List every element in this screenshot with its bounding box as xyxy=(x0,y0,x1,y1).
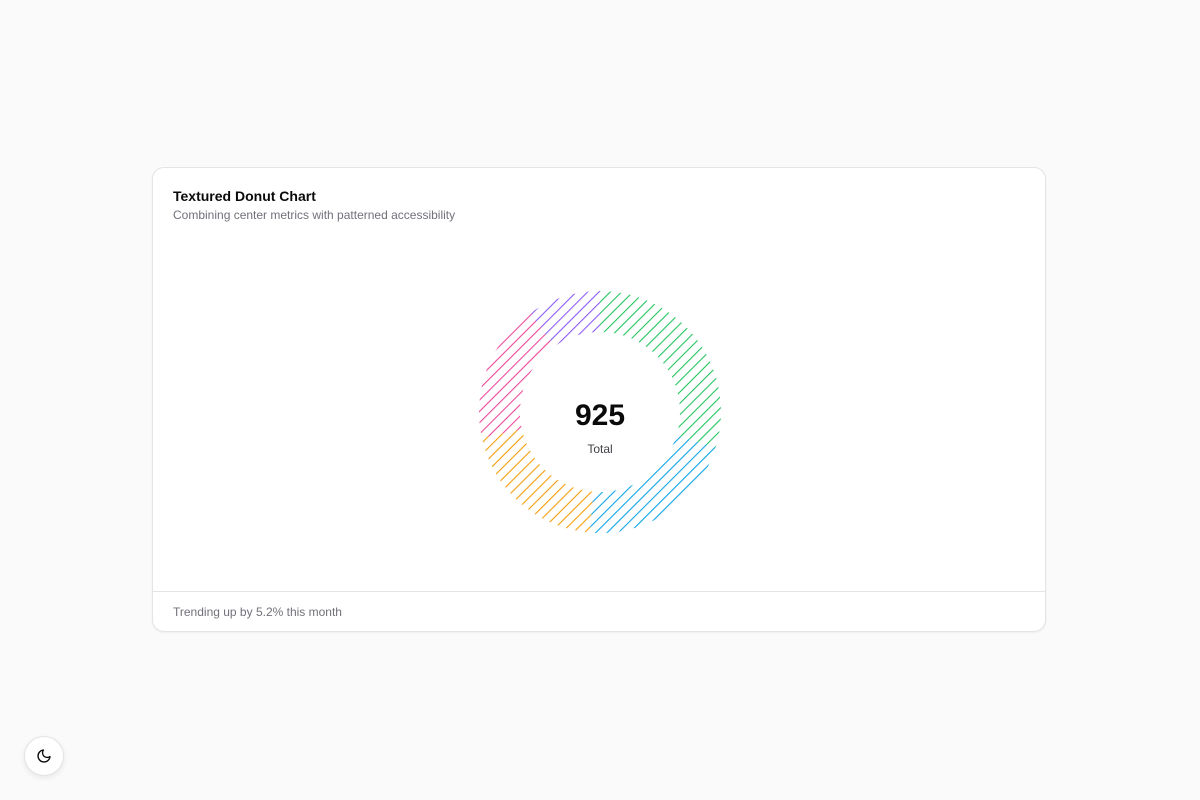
theme-toggle-button[interactable] xyxy=(24,736,64,776)
card-title: Textured Donut Chart xyxy=(173,188,316,204)
card-header: Textured Donut Chart Combining center me… xyxy=(173,187,455,223)
trend-text: Trending up by 5.2% this month xyxy=(173,604,342,619)
donut-slice-3[interactable] xyxy=(478,312,555,438)
chart-area: 925 Total xyxy=(153,228,1047,593)
moon-icon xyxy=(37,749,51,763)
card-footer: Trending up by 5.2% this month xyxy=(153,591,1045,631)
chart-card: Textured Donut Chart Combining center me… xyxy=(152,167,1046,632)
center-value: 925 xyxy=(575,399,625,432)
donut-chart: 925 Total xyxy=(478,291,721,533)
card-subtitle: Combining center metrics with patterned … xyxy=(173,208,456,222)
center-label: Total xyxy=(587,442,612,456)
donut-slice-2[interactable] xyxy=(481,429,594,533)
